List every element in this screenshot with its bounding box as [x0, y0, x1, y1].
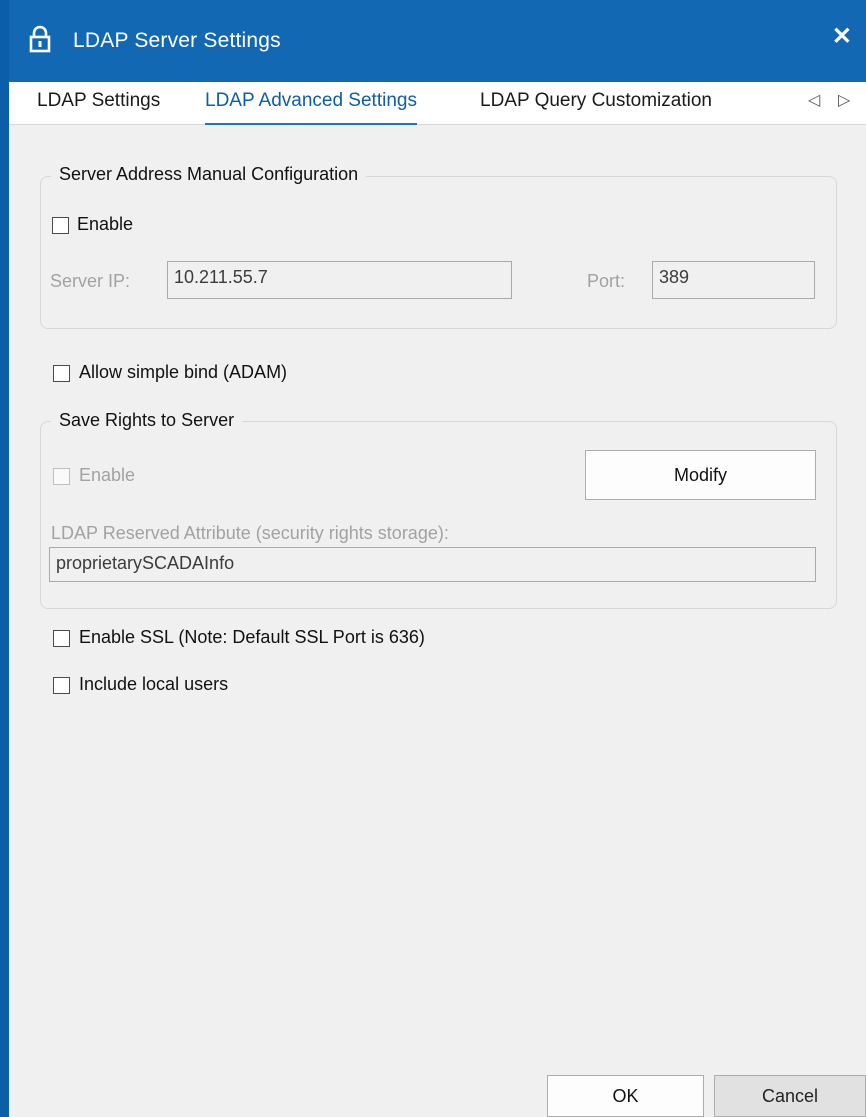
save-rights-enable-checkbox[interactable]	[53, 468, 70, 485]
window-title: LDAP Server Settings	[73, 29, 281, 52]
port-label: Port:	[587, 271, 626, 291]
port-field[interactable]: 389	[652, 261, 815, 299]
save-rights-legend: Save Rights to Server	[51, 410, 243, 431]
close-icon[interactable]: ✕	[832, 22, 852, 51]
include-local-users-label: Include local users	[79, 674, 229, 694]
enable-ssl-checkbox[interactable]	[53, 630, 70, 647]
tab-scroll-left-icon[interactable]: ◁	[808, 90, 820, 110]
server-address-enable-label: Enable	[77, 214, 134, 234]
tab-ldap-advanced-settings[interactable]: LDAP Advanced Settings	[205, 90, 417, 126]
save-rights-enable-label: Enable	[79, 465, 136, 485]
simple-bind-checkbox[interactable]	[53, 365, 70, 382]
include-local-users-checkbox[interactable]	[53, 677, 70, 694]
ok-button[interactable]: OK	[547, 1075, 704, 1117]
server-address-legend: Server Address Manual Configuration	[51, 164, 367, 185]
tab-ldap-query-customization[interactable]: LDAP Query Customization	[480, 90, 712, 123]
title-bar: LDAP Server Settings ✕	[9, 0, 866, 82]
modify-button[interactable]: Modify	[585, 450, 816, 500]
server-ip-label: Server IP:	[50, 271, 131, 291]
window-frame	[0, 0, 9, 1117]
tab-strip: LDAP Settings LDAP Advanced Settings LDA…	[9, 82, 866, 126]
cancel-button[interactable]: Cancel	[714, 1075, 866, 1117]
tab-ldap-settings[interactable]: LDAP Settings	[37, 90, 160, 123]
lock-icon	[29, 25, 51, 53]
reserved-attribute-label: LDAP Reserved Attribute (security rights…	[51, 523, 449, 543]
server-address-group	[40, 176, 837, 329]
server-ip-field[interactable]: 10.211.55.7	[167, 261, 512, 299]
reserved-attribute-field[interactable]: proprietarySCADAInfo	[49, 547, 816, 582]
tab-scroll-right-icon[interactable]: ▷	[838, 90, 850, 110]
simple-bind-label: Allow simple bind (ADAM)	[79, 362, 288, 382]
enable-ssl-label: Enable SSL (Note: Default SSL Port is 63…	[79, 627, 425, 647]
tab-content-panel: Server Address Manual Configuration Enab…	[9, 125, 866, 1117]
server-address-enable-checkbox[interactable]	[52, 217, 69, 234]
